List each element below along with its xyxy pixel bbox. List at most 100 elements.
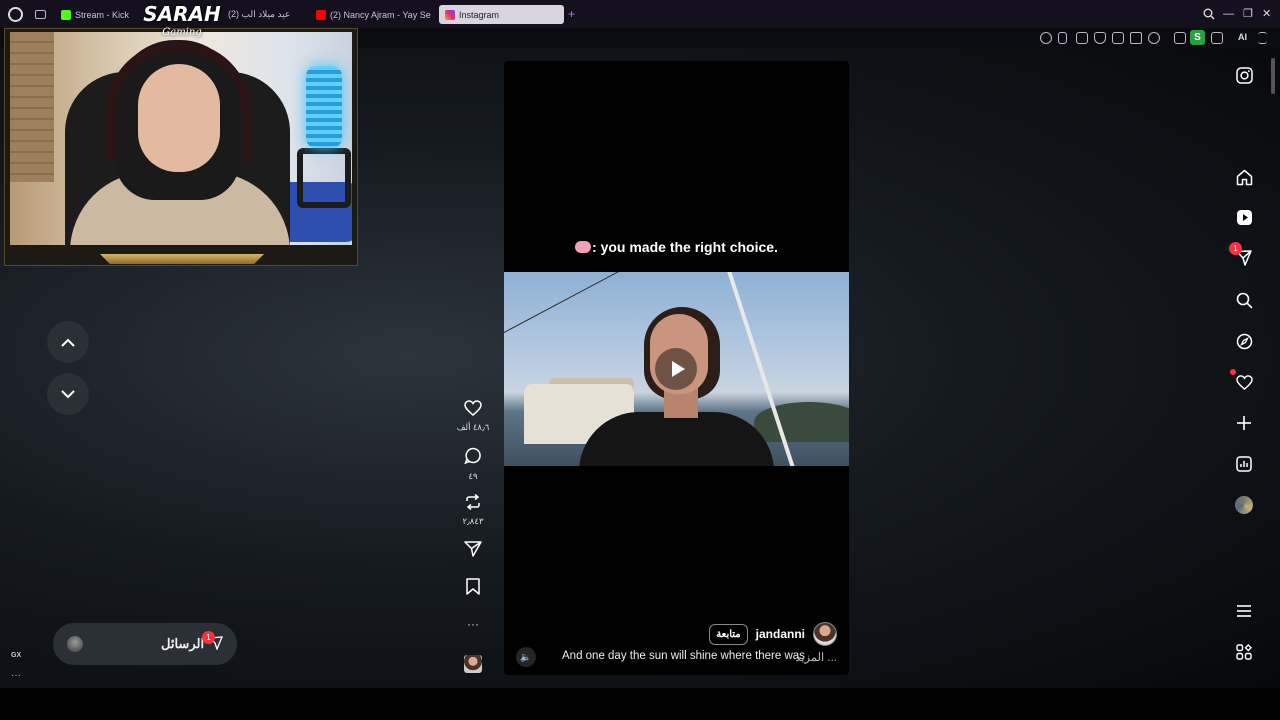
play-icon[interactable] (1130, 32, 1142, 44)
explore-nav[interactable] (1230, 327, 1258, 355)
tab-label: (2) عيد ميلاد الب (228, 9, 291, 19)
follow-button[interactable]: متابعة (709, 623, 748, 645)
play-button[interactable] (655, 348, 697, 390)
instagram-sidebar: 1 (1229, 48, 1258, 688)
opera-menu-icon[interactable] (8, 7, 23, 22)
brain-emoji-icon (575, 241, 592, 253)
tab-label: Instagram (459, 9, 500, 20)
more-menu-nav[interactable] (1230, 597, 1258, 625)
apps-grid-icon (1236, 644, 1252, 660)
tab-youtube-nancy-ajram[interactable]: (2) Nancy Ajram - Yay Se (310, 5, 434, 24)
translate-icon[interactable] (1112, 32, 1124, 44)
activity-dot (1230, 369, 1236, 375)
messages-button[interactable]: الرسائل 1 (53, 623, 237, 665)
reel-video[interactable] (504, 272, 849, 466)
instagram-logo-button[interactable] (1230, 61, 1258, 89)
activity-nav[interactable] (1230, 368, 1258, 396)
microphone-icon (306, 66, 342, 148)
author-avatar[interactable] (813, 622, 837, 646)
extension-s-icon[interactable]: S (1190, 30, 1205, 45)
home-nav[interactable] (1230, 163, 1258, 191)
webcam-feed (10, 32, 352, 245)
likes-count: ٤٨٫٦ ألف (456, 422, 490, 432)
reel-overlay-caption: : you made the right choice. (504, 239, 849, 255)
snapshot-icon[interactable] (1076, 32, 1088, 44)
webcam-frame-accent (100, 254, 264, 264)
like-action[interactable]: ٤٨٫٦ ألف (452, 400, 494, 433)
messages-label: الرسائل (161, 636, 205, 651)
pin-icon[interactable] (1058, 32, 1067, 44)
reel-more-link[interactable]: ... المزيد (795, 650, 837, 664)
create-nav[interactable] (1230, 409, 1258, 437)
taskbar-strip (0, 688, 1280, 720)
repost-icon (466, 493, 480, 511)
chart-icon (1236, 456, 1252, 472)
reposts-count: ٢٫٨٤٣ (462, 516, 484, 526)
kick-favicon-icon (61, 9, 71, 20)
repost-action[interactable]: ٢٫٨٤٣ (452, 493, 494, 527)
compass-icon (1236, 333, 1252, 349)
search-icon (1236, 292, 1253, 309)
tab-label: (2) Nancy Ajram - Yay Se (330, 9, 431, 20)
minimize-button[interactable]: — (1223, 7, 1234, 21)
instagram-icon (1235, 66, 1253, 84)
audio-thumbnail[interactable] (464, 655, 482, 673)
reels-icon (1236, 209, 1252, 225)
profile-nav[interactable] (1230, 491, 1258, 519)
heart-icon (464, 400, 482, 416)
save-action[interactable] (452, 578, 494, 600)
extensions-icon[interactable] (1174, 32, 1186, 44)
chevron-up-icon (61, 338, 75, 347)
chevron-down-icon (61, 389, 75, 398)
instagram-favicon-icon (445, 9, 455, 20)
restore-button[interactable]: ❐ (1243, 7, 1253, 21)
play-icon (671, 361, 685, 377)
message-avatar (67, 636, 83, 652)
download-icon[interactable] (1211, 32, 1223, 44)
reels-nav[interactable] (1230, 203, 1258, 231)
gx-corner-label[interactable]: GX (11, 652, 21, 659)
aria-ai-button[interactable]: AI (1238, 32, 1247, 42)
tab-menu-icon[interactable] (35, 10, 46, 19)
home-icon (1236, 169, 1252, 185)
gx-more-button[interactable]: ··· (11, 670, 21, 681)
comments-count: ٤٩ (468, 471, 478, 481)
more-options-action[interactable]: ··· (452, 616, 494, 631)
tab-instagram[interactable]: Instagram (439, 5, 564, 24)
headset-icon (106, 42, 251, 162)
zoom-icon[interactable] (1040, 32, 1052, 44)
previous-reel-button[interactable] (47, 321, 89, 363)
next-reel-button[interactable] (47, 373, 89, 415)
youtube-favicon-icon (316, 9, 326, 20)
page-scrollbar[interactable] (1270, 48, 1276, 688)
tab-kick[interactable]: Stream - Kick (55, 5, 135, 24)
notifications-badge: 1 (1229, 242, 1242, 255)
close-window-button[interactable]: ✕ (1262, 7, 1271, 21)
scrollbar-thumb[interactable] (1271, 58, 1275, 94)
search-nav[interactable] (1230, 286, 1258, 314)
heart-icon[interactable] (1148, 32, 1160, 44)
author-username[interactable]: jandanni (756, 627, 805, 641)
messages-badge: 1 (202, 631, 215, 644)
comment-icon (464, 447, 481, 465)
hamburger-menu-icon (1237, 605, 1251, 617)
tab-birthday-video[interactable]: (2) عيد ميلاد الب (222, 5, 308, 24)
streamer-logo: SARAH (143, 2, 221, 26)
reel-player[interactable]: : you made the right choice. jandanni مت… (504, 61, 849, 675)
vpn-shield-icon[interactable] (1094, 32, 1106, 44)
easy-setup-icon[interactable] (1258, 32, 1267, 44)
tab-label: Stream - Kick (75, 9, 130, 20)
more-options-icon: ··· (467, 617, 479, 631)
profile-avatar (1235, 496, 1253, 514)
new-tab-button[interactable]: + (568, 8, 575, 20)
search-tabs-icon[interactable] (1203, 8, 1215, 20)
streamer-logo-subtitle: Gaming (162, 27, 202, 38)
share-action[interactable] (452, 541, 494, 562)
dashboard-nav[interactable] (1230, 450, 1258, 478)
comment-action[interactable]: ٤٩ (452, 447, 494, 482)
also-from-meta-nav[interactable] (1230, 638, 1258, 666)
heart-icon (1235, 374, 1253, 390)
mute-toggle-button[interactable]: 🔈 (516, 647, 536, 667)
messages-nav[interactable]: 1 (1229, 242, 1258, 272)
reel-author: jandanni متابعة (709, 622, 837, 646)
